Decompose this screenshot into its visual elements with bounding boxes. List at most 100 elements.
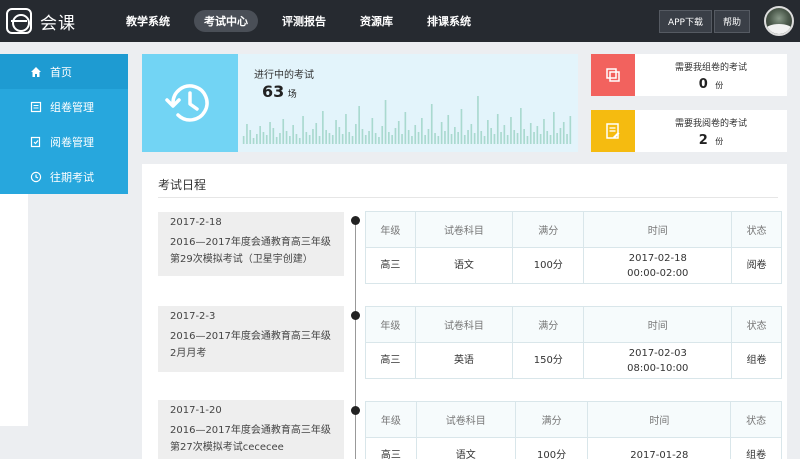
sparkline-bar (351, 136, 354, 144)
sidebar: 首页 组卷管理 阅卷管理 往期考试 (0, 54, 128, 194)
sparkline-bar (444, 131, 446, 144)
sparkline-bar (417, 132, 420, 144)
sparkline-bar (411, 136, 413, 144)
sparkline-bar (523, 129, 525, 144)
sparkline-bar (404, 112, 407, 144)
nav-evaluation-report[interactable]: 评测报告 (272, 10, 336, 32)
sparkline-bar (510, 117, 512, 144)
sparkline-bar (559, 128, 562, 144)
cell-full-score: 100分 (512, 247, 585, 284)
sparkline-bar (338, 127, 341, 144)
sparkline-bar (536, 126, 539, 144)
cell-time: 2017-02-03 08:00-10:00 (583, 342, 733, 379)
main-nav: 教学系统 考试中心 评测报告 资源库 排课系统 (116, 10, 495, 32)
nav-resource-library[interactable]: 资源库 (350, 10, 403, 32)
avatar[interactable] (764, 6, 794, 36)
sidebar-item-compose[interactable]: 组卷管理 (0, 89, 128, 124)
column-header-time: 时间 (583, 306, 733, 343)
cell-status[interactable]: 阅卷 (731, 247, 782, 284)
sparkline-bar (516, 133, 519, 144)
exam-activity-sparkline (242, 96, 572, 144)
nav-teaching-system[interactable]: 教学系统 (116, 10, 180, 32)
nav-exam-center[interactable]: 考试中心 (194, 10, 258, 32)
sparkline-bar (345, 114, 347, 144)
sparkline-bar (282, 119, 285, 144)
sparkline-bar (450, 134, 453, 144)
exam-date: 2017-2-18 (170, 217, 222, 228)
sparkline-bar (394, 128, 397, 144)
sparkline-bar (331, 135, 334, 144)
sparkline-bar (526, 136, 529, 144)
edit-icon (591, 110, 635, 152)
history-icon (30, 171, 42, 182)
ongoing-exams-label: 进行中的考试 (254, 70, 314, 81)
table-row[interactable]: 高三 语文 100分 2017-01-28 组卷 (365, 437, 782, 459)
ongoing-exams-banner: 进行中的考试 63 场 (142, 54, 578, 152)
timeline-clock-icon (351, 311, 360, 320)
sidebar-item-home[interactable]: 首页 (0, 54, 128, 89)
sparkline-bar (496, 114, 499, 144)
sparkline-bar (381, 126, 384, 144)
exam-card[interactable]: 2017-2-3 2016—2017年度会通教育高三年级2月月考 (158, 306, 344, 372)
sidebar-footer (0, 194, 28, 426)
document-icon (30, 101, 42, 112)
sidebar-item-label: 往期考试 (50, 170, 94, 184)
sparkline-bar (384, 100, 387, 144)
sidebar-item-label: 组卷管理 (50, 100, 94, 114)
column-header-subject: 试卷科目 (415, 401, 516, 438)
sparkline-bar (285, 131, 288, 144)
sparkline-bar (374, 133, 377, 144)
exam-card[interactable]: 2017-1-20 2016—2017年度会通教育高三年级第27次模拟考试cec… (158, 400, 344, 459)
sparkline-bar (308, 135, 311, 144)
column-header-time: 时间 (583, 211, 733, 248)
sparkline-bar (272, 128, 275, 144)
cell-time: 2017-01-28 (587, 437, 732, 459)
nav-scheduling-system[interactable]: 排课系统 (417, 10, 481, 32)
top-right-actions: APP下载 帮助 (658, 0, 794, 42)
sparkline-bar (259, 126, 261, 144)
logo-icon (6, 8, 32, 34)
exam-detail-table: 年级 试卷科目 满分 时间 状态 高三 语文 100分 2017-01-28 组… (365, 401, 782, 459)
table-row[interactable]: 高三 英语 150分 2017-02-03 08:00-10:00 组卷 (365, 342, 782, 379)
exam-detail-table: 年级 试卷科目 满分 时间 状态 高三 英语 150分 2017-02-03 08… (365, 306, 782, 379)
sparkline-bar (312, 129, 314, 144)
timeline-clock-icon (351, 406, 360, 415)
exam-schedule-panel: 考试日程 2017-2-18 2016—2017年度会通教育高三年级第29次模拟… (142, 164, 787, 459)
sparkline-bar (279, 133, 281, 144)
sparkline-bar (341, 134, 344, 144)
sidebar-item-review[interactable]: 阅卷管理 (0, 124, 128, 159)
sparkline-bar (421, 118, 423, 144)
cell-status[interactable]: 组卷 (730, 437, 782, 459)
help-button[interactable]: 帮助 (713, 9, 750, 33)
sparkline-bar (292, 125, 294, 144)
review-task-card[interactable]: 需要我阅卷的考试 2 份 (591, 110, 787, 152)
cell-subject: 语文 (414, 247, 514, 284)
sparkline-bar (364, 135, 367, 144)
sparkline-bar (305, 132, 308, 144)
column-header-status: 状态 (730, 401, 782, 438)
exam-detail-table: 年级 试卷科目 满分 时间 状态 高三 语文 100分 2017-02-18 00… (365, 211, 782, 284)
sparkline-bar (457, 132, 459, 144)
compose-task-card[interactable]: 需要我组卷的考试 0 份 (591, 54, 787, 96)
column-header-full-score: 满分 (514, 401, 589, 438)
sparkline-bar (325, 130, 327, 144)
table-row[interactable]: 高三 语文 100分 2017-02-18 00:00-02:00 阅卷 (365, 247, 782, 284)
sparkline-bar (269, 122, 271, 144)
sparkline-bar (252, 138, 255, 144)
sparkline-bar (467, 130, 469, 144)
sparkline-bar (315, 123, 318, 144)
sparkline-bar (430, 104, 433, 144)
cell-status[interactable]: 组卷 (731, 342, 782, 379)
sparkline-bar (348, 132, 351, 144)
exam-card[interactable]: 2017-2-18 2016—2017年度会通教育高三年级第29次模拟考试（卫星… (158, 212, 344, 276)
sparkline-bar (556, 133, 558, 144)
app-logo[interactable]: 会课 (6, 8, 76, 34)
app-download-button[interactable]: APP下载 (658, 9, 712, 33)
sparkline-bar (440, 122, 443, 144)
cell-grade: 高三 (365, 247, 416, 284)
sparkline-bar (477, 96, 479, 144)
sparkline-bar (262, 132, 265, 144)
cell-subject: 语文 (415, 437, 516, 459)
sidebar-item-history[interactable]: 往期考试 (0, 159, 128, 194)
column-header-full-score: 满分 (512, 211, 585, 248)
